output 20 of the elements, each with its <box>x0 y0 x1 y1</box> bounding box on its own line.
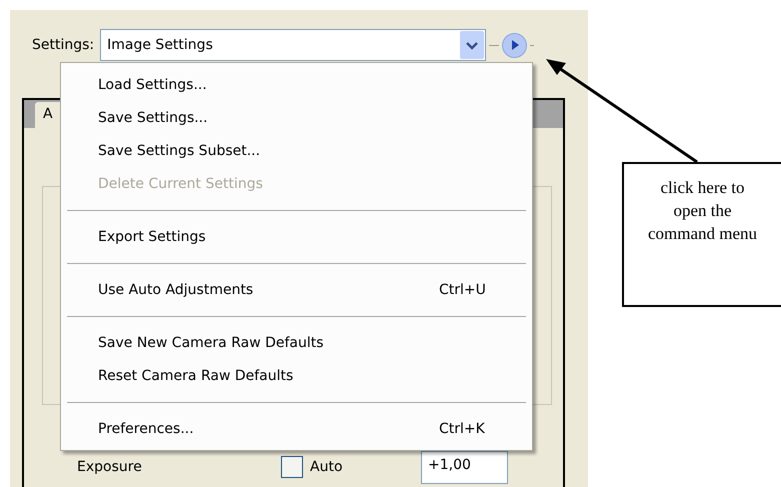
menu-item[interactable]: Load Settings... <box>61 68 532 101</box>
callout-text: click here to open the command menu <box>622 162 781 307</box>
chevron-down-icon[interactable] <box>460 31 484 59</box>
settings-dropdown[interactable]: Image Settings <box>100 29 486 61</box>
exposure-label: Exposure <box>77 459 143 475</box>
exposure-field[interactable]: +1,00 <box>421 450 508 484</box>
menu-button[interactable] <box>502 32 528 58</box>
settings-label: Settings: <box>32 37 94 53</box>
menu-item[interactable]: Use Auto Adjustments Ctrl+U <box>61 273 532 306</box>
menu-item[interactable]: Save Settings Subset... <box>61 134 532 167</box>
triangle-icon[interactable] <box>510 39 520 51</box>
shortcut-label: Ctrl+K <box>439 420 486 436</box>
shortcut-label: Ctrl+U <box>439 282 487 298</box>
menu-item[interactable]: Export Settings <box>61 220 532 253</box>
menu-item[interactable]: Reset Camera Raw Defaults <box>61 359 532 392</box>
menu-item[interactable]: Save New Camera Raw Defaults <box>61 326 532 359</box>
auto-checkbox[interactable] <box>281 456 303 478</box>
menu-item[interactable]: Save Settings... <box>61 101 532 134</box>
menu-item[interactable]: Preferences... Ctrl+K <box>61 412 532 445</box>
auto-label: Auto <box>310 459 344 475</box>
